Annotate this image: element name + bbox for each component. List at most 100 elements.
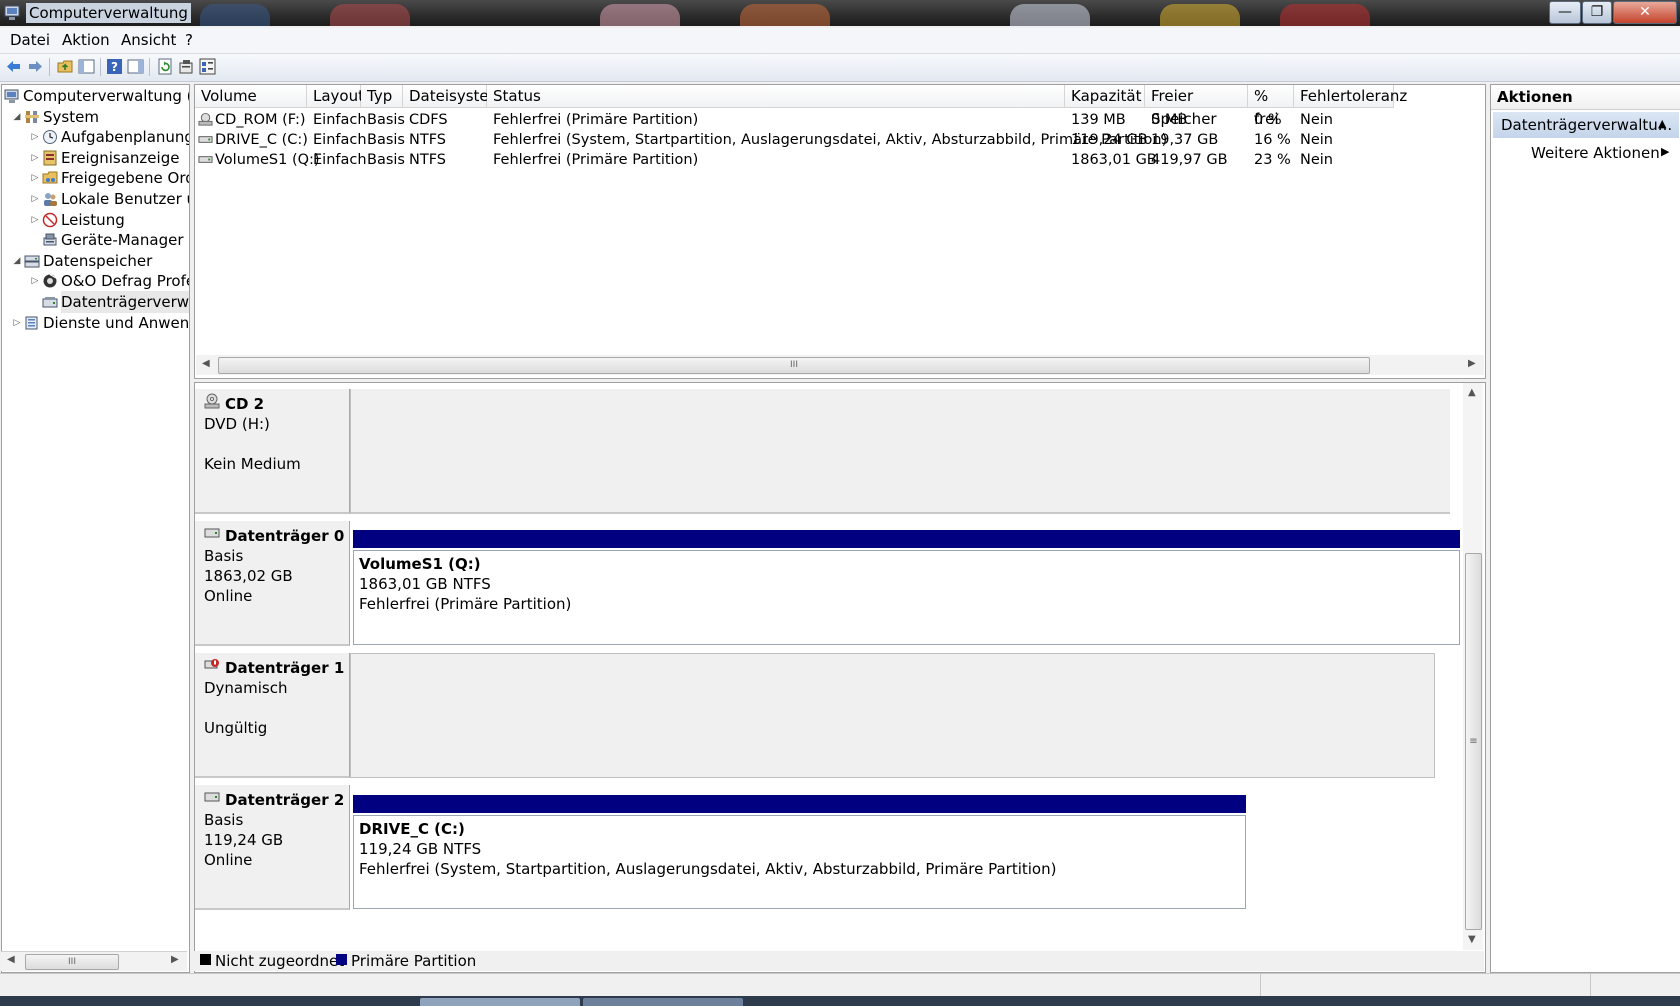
volume-list-horizontal-scrollbar[interactable]: ◀ III ▶: [196, 355, 1484, 375]
volume-row[interactable]: VolumeS1 (Q:) Einfach Basis NTFS Fehlerfrei …: [195, 150, 1485, 170]
tree-item-datenträgerverwal[interactable]: Datenträgerverwal: [2, 291, 189, 313]
tree-item-geräte-manager[interactable]: Geräte-Manager: [2, 229, 188, 251]
action-more-actions[interactable]: Weitere Aktionen ▶: [1493, 141, 1679, 165]
show-hide-action-pane-icon[interactable]: [127, 58, 144, 75]
close-button[interactable]: ✕: [1613, 1, 1677, 24]
tree-item-label: Freigegebene Ordr: [61, 169, 190, 188]
partition-volumes1[interactable]: VolumeS1 (Q:) 1863,01 GB NTFS Fehlerfrei…: [353, 550, 1460, 645]
primary-partition-bar: [353, 795, 1246, 813]
performance-icon: [42, 212, 58, 227]
collapse-up-icon[interactable]: ▲: [1658, 117, 1666, 130]
tree-item-label: O&O Defrag Profe: [61, 272, 190, 291]
column-header-layout[interactable]: Layout: [307, 85, 364, 108]
cell-capacity: 119,24 GB: [1071, 132, 1148, 148]
menu-aktion[interactable]: Aktion: [62, 31, 110, 49]
expand-arrow-icon[interactable]: ▷: [30, 270, 40, 292]
collapse-arrow-icon[interactable]: ◢: [12, 250, 22, 272]
tree-item-label: Leistung: [61, 210, 125, 229]
taskbar: [0, 996, 1680, 1006]
datentraeger-1-area[interactable]: [350, 653, 1435, 778]
tree-item-computerverwaltung-lc[interactable]: Computerverwaltung (Lc: [2, 85, 189, 107]
taskbar-button[interactable]: [583, 998, 743, 1006]
disk-label-datentraeger-1[interactable]: Datenträger 1 Dynamisch Ungültig: [195, 653, 350, 778]
tree-item-datenspeicher[interactable]: ◢ Datenspeicher: [2, 250, 188, 272]
minimize-button[interactable]: —: [1549, 1, 1581, 24]
column-header-status[interactable]: Status: [487, 85, 1065, 108]
expand-arrow-icon[interactable]: ▷: [30, 209, 40, 231]
tree-item-aufgabenplanung[interactable]: ▷ Aufgabenplanung: [2, 126, 190, 148]
scroll-down-arrow-icon[interactable]: ▼: [1468, 934, 1476, 945]
column-header-kapazität[interactable]: Kapazität: [1065, 85, 1145, 108]
maximize-button[interactable]: ❐: [1582, 1, 1612, 24]
scroll-right-arrow-icon[interactable]: ▶: [171, 954, 179, 965]
disk-status: Online: [204, 851, 253, 869]
properties-icon[interactable]: [178, 58, 195, 75]
taskbar-button[interactable]: [420, 998, 580, 1006]
disk-scroll-thumb[interactable]: ≡: [1465, 553, 1482, 930]
column-header-freier-speicher[interactable]: Freier Speicher: [1145, 85, 1248, 128]
scroll-left-arrow-icon[interactable]: ◀: [7, 954, 15, 965]
disk-view-vertical-scrollbar[interactable]: ▲ ≡ ▼: [1463, 383, 1483, 950]
expand-arrow-icon[interactable]: ▷: [12, 312, 22, 334]
expand-arrow-icon[interactable]: ▷: [30, 188, 40, 210]
back-arrow-icon[interactable]: [5, 58, 22, 75]
disk-properties-icon[interactable]: [199, 58, 216, 75]
cd2-empty-area[interactable]: [350, 389, 1450, 514]
volume-row[interactable]: DRIVE_C (C:) Einfach Basis NTFS Fehlerfrei (…: [195, 130, 1485, 150]
scroll-right-arrow-icon[interactable]: ▶: [1468, 358, 1476, 369]
column-header-volume[interactable]: Volume: [195, 85, 307, 108]
actions-section-disk-management[interactable]: Datenträgerverwaltu... ▲: [1493, 112, 1679, 138]
tree-item-leistung[interactable]: ▷ Leistung: [2, 209, 188, 231]
scroll-up-arrow-icon[interactable]: ▲: [1468, 387, 1476, 398]
disk-label-datentraeger-0[interactable]: Datenträger 0 Basis 1863,02 GB Online: [195, 521, 350, 646]
cell-fault: Nein: [1300, 112, 1333, 128]
cell-fs: NTFS: [409, 132, 446, 148]
expand-arrow-icon[interactable]: ▷: [30, 126, 40, 148]
column-header-fehlertoleranz[interactable]: Fehlertoleranz: [1294, 85, 1407, 108]
tree-item-label: Aufgabenplanung: [61, 128, 190, 147]
forward-arrow-icon[interactable]: [27, 58, 44, 75]
refresh-icon[interactable]: [157, 58, 174, 75]
volume-scroll-thumb[interactable]: III: [218, 357, 1370, 374]
drive-icon: [198, 156, 213, 163]
tree-item-lokale-benutzer-un[interactable]: ▷ Lokale Benutzer un: [2, 188, 189, 210]
menu-ansicht[interactable]: Ansicht: [121, 31, 176, 49]
tree-item-freigegebene-ordr[interactable]: ▷ Freigegebene Ordr: [2, 167, 190, 189]
partition-drive-c[interactable]: DRIVE_C (C:) 119,24 GB NTFS Fehlerfrei (…: [353, 815, 1246, 909]
disk-label-datentraeger-2[interactable]: Datenträger 2 Basis 119,24 GB Online: [195, 785, 350, 910]
cell-status: Fehlerfrei (Primäre Partition): [493, 112, 699, 128]
disk-label-cd2[interactable]: CD 2 DVD (H:) Kein Medium: [195, 389, 350, 514]
disk-name: Datenträger 1: [225, 659, 345, 677]
expand-arrow-icon[interactable]: ▷: [30, 167, 40, 189]
tools-icon: [25, 110, 39, 123]
tree-item-system[interactable]: ◢ System: [2, 106, 188, 128]
menu-help[interactable]: ?: [185, 31, 193, 49]
submenu-arrow-icon: ▶: [1661, 145, 1670, 158]
show-hide-tree-icon[interactable]: [78, 58, 95, 75]
drive-icon: [198, 136, 213, 143]
tree-item-ereignisanzeige[interactable]: ▷ Ereignisanzeige: [2, 147, 188, 169]
volume-row[interactable]: CD_ROM (F:) Einfach Basis CDFS Fehlerfrei (P…: [195, 110, 1485, 130]
menu-datei[interactable]: Datei: [10, 31, 50, 49]
help-icon[interactable]: ?: [106, 58, 123, 75]
column-header-typ[interactable]: Typ: [361, 85, 403, 108]
scroll-left-arrow-icon[interactable]: ◀: [202, 358, 210, 369]
up-folder-icon[interactable]: [57, 58, 74, 75]
column-header-dateisystem[interactable]: Dateisystem: [403, 85, 503, 108]
volume-list: Volume Layout Typ Dateisystem Status Kapazitä…: [194, 84, 1486, 379]
cell-typ: Basis: [367, 152, 405, 168]
cell-typ: Basis: [367, 132, 405, 148]
tree-item-label: Lokale Benutzer un: [61, 190, 189, 208]
tree-item-dienste-und-anwendu[interactable]: ▷ Dienste und Anwendu: [2, 312, 189, 334]
status-bar: [0, 973, 1680, 997]
column-header-%-frei[interactable]: % frei: [1248, 85, 1294, 128]
tree-item-label: Datenspeicher: [43, 251, 153, 270]
tree-scroll-thumb[interactable]: III: [25, 954, 119, 970]
disk-size: 1863,02 GB: [204, 567, 293, 585]
collapse-arrow-icon[interactable]: ◢: [12, 106, 22, 128]
expand-arrow-icon[interactable]: ▷: [30, 147, 40, 169]
legend-swatch-primary: [336, 954, 347, 965]
primary-partition-bar: [353, 530, 1460, 548]
tree-horizontal-scrollbar[interactable]: ◀ III ▶: [1, 951, 187, 971]
tree-item-o-o-defrag-profe[interactable]: ▷ O&O Defrag Profe: [2, 270, 190, 292]
